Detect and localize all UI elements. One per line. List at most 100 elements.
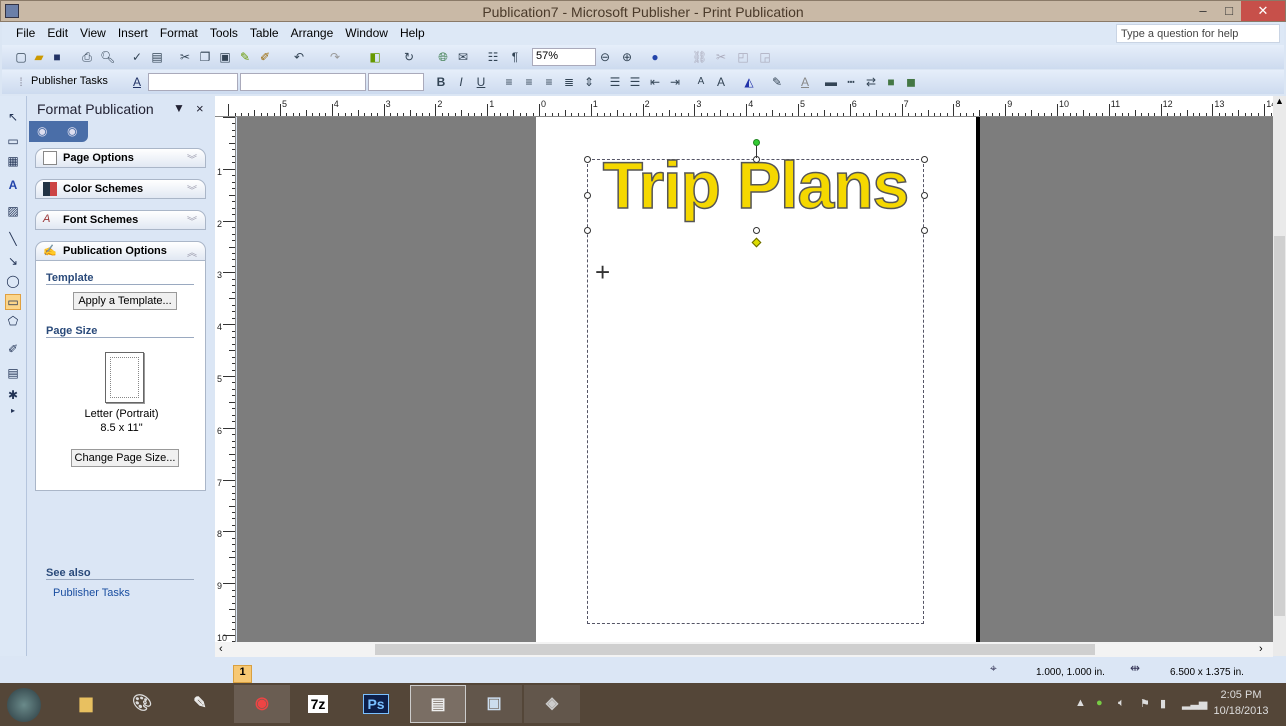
network-icon[interactable]: ▂▃▅	[1182, 697, 1207, 710]
minimize-button[interactable]: –	[1189, 1, 1217, 21]
select-icon[interactable]: ↖	[5, 110, 21, 126]
align-right-icon[interactable]: ≡	[542, 75, 556, 89]
line-style-icon[interactable]: ▬	[824, 75, 838, 89]
decrease-font-icon[interactable]: A	[694, 75, 708, 89]
sketch-app-icon[interactable]: ✎	[172, 685, 228, 723]
clock-date[interactable]: 10/18/2013	[1208, 705, 1274, 717]
page-navigation-tab[interactable]: 1	[233, 665, 252, 683]
undo-icon[interactable]: ↶	[292, 50, 306, 64]
pilcrow-icon[interactable]: ¶	[508, 50, 522, 64]
underline-icon[interactable]: U	[474, 75, 488, 89]
numbering-icon[interactable]: ☰	[608, 75, 622, 89]
mail-merge-icon[interactable]: ✉	[456, 50, 470, 64]
line-spacing-icon[interactable]: ⇕	[582, 75, 596, 89]
research-icon[interactable]: ▤	[150, 50, 164, 64]
oval-icon[interactable]: ◯	[5, 274, 21, 290]
horizontal-ruler[interactable]: 5 4 3 2 1 0 1 2 3 4 5 6 7 8 9 10 11 12 13 14	[215, 96, 1286, 117]
section-publication-options[interactable]: ✍ Publication Options ︽	[35, 241, 206, 261]
section-color-schemes[interactable]: Color Schemes ︾	[35, 179, 206, 199]
word-icon[interactable]: ▣	[466, 685, 522, 723]
action-center-icon[interactable]: ⚑	[1140, 697, 1150, 710]
text-box-icon[interactable]: ▭	[5, 134, 21, 150]
save-icon[interactable]: ■	[50, 50, 64, 64]
volume-icon[interactable]: 🔈︎	[1118, 697, 1125, 710]
rotate-icon[interactable]: ↻	[402, 50, 416, 64]
columns-icon[interactable]: ☷	[486, 50, 500, 64]
maximize-button[interactable]: □	[1215, 1, 1243, 21]
style-select[interactable]	[148, 73, 238, 91]
photoshop-icon[interactable]: Ps	[363, 694, 389, 714]
menu-window[interactable]: Window	[339, 22, 394, 40]
utorrent-icon[interactable]: ●	[1096, 697, 1103, 709]
horizontal-scrollbar[interactable]: ‹ ›	[215, 642, 1273, 657]
apply-template-button[interactable]: Apply a Template...	[73, 292, 177, 310]
clear-icon[interactable]: ✐	[258, 50, 272, 64]
resize-handle[interactable]	[921, 156, 928, 163]
copy-icon[interactable]: ❐	[198, 50, 212, 64]
file-explorer-icon[interactable]: ▆	[58, 685, 114, 723]
power-icon[interactable]: ▮	[1160, 697, 1166, 710]
italic-icon[interactable]: I	[454, 75, 468, 89]
more-controls-icon[interactable]: ▸	[5, 406, 21, 422]
menu-edit[interactable]: Edit	[41, 22, 74, 40]
business-info-icon[interactable]: ▤	[5, 366, 21, 382]
paste-icon[interactable]: ▣	[218, 50, 232, 64]
print-icon[interactable]: ⎙	[80, 50, 94, 64]
scroll-left-icon[interactable]: ‹	[219, 643, 223, 655]
styles-icon[interactable]: A	[130, 75, 144, 89]
wordart-icon[interactable]: A	[5, 178, 21, 194]
justify-icon[interactable]: ≣	[562, 75, 576, 89]
paint-icon[interactable]: 🎨︎	[114, 685, 170, 723]
3d-style-icon[interactable]: ◼	[904, 75, 918, 89]
section-page-options[interactable]: Page Options ︾	[35, 148, 206, 168]
menu-file[interactable]: File	[2, 22, 41, 40]
arrow-icon[interactable]: ↘	[5, 254, 21, 270]
zoom-out-icon[interactable]: ⊖	[598, 50, 612, 64]
resize-handle[interactable]	[584, 156, 591, 163]
menu-table[interactable]: Table	[244, 22, 285, 40]
help-search-input[interactable]: Type a question for help	[1116, 24, 1280, 43]
pane-menu-icon[interactable]: ▼	[173, 101, 185, 115]
horizontal-scroll-thumb[interactable]	[375, 644, 1095, 655]
rotation-handle[interactable]	[753, 139, 760, 146]
resize-handle[interactable]	[921, 227, 928, 234]
spelling-icon[interactable]: ✓	[130, 50, 144, 64]
new-icon[interactable]: ▢	[14, 50, 28, 64]
close-button[interactable]: ✕	[1241, 1, 1285, 21]
line-color-icon[interactable]: ✎	[770, 75, 784, 89]
dash-style-icon[interactable]: ┅	[844, 75, 858, 89]
resize-handle[interactable]	[753, 227, 760, 234]
publisher-tasks-button[interactable]: Publisher Tasks	[31, 75, 108, 87]
print-preview-icon[interactable]: 🔍︎	[100, 50, 115, 64]
resize-handle[interactable]	[921, 192, 928, 199]
open-icon[interactable]: ▰	[32, 50, 46, 64]
font-select[interactable]	[240, 73, 366, 91]
picture-icon[interactable]: ▨	[5, 204, 21, 220]
bullets-icon[interactable]: ☰	[628, 75, 642, 89]
vertical-scroll-thumb[interactable]	[1274, 236, 1285, 616]
7zip-icon[interactable]: 7z	[307, 695, 329, 713]
decrease-indent-icon[interactable]: ⇤	[648, 75, 662, 89]
chrome-icon[interactable]: ◉	[234, 685, 290, 723]
increase-font-icon[interactable]: A	[714, 75, 728, 89]
bring-forward-icon[interactable]: ◧	[368, 50, 382, 64]
font-size-select[interactable]	[368, 73, 424, 91]
insert-hyperlink-icon[interactable]: 🌐︎	[436, 50, 450, 64]
format-painter-icon[interactable]: ✎	[238, 50, 252, 64]
publisher-tasks-link[interactable]: Publisher Tasks	[53, 587, 130, 599]
menu-insert[interactable]: Insert	[112, 22, 154, 40]
table-icon[interactable]: ▦	[5, 154, 21, 170]
section-font-schemes[interactable]: A Font Schemes ︾	[35, 210, 206, 230]
autoshapes-icon[interactable]: ⬠	[5, 314, 21, 330]
back-icon[interactable]: ◉	[37, 124, 47, 138]
show-hidden-icons[interactable]: ▲	[1075, 697, 1086, 709]
start-button[interactable]	[7, 688, 41, 722]
resize-handle[interactable]	[584, 192, 591, 199]
arrow-style-icon[interactable]: ⇄	[864, 75, 878, 89]
increase-indent-icon[interactable]: ⇥	[668, 75, 682, 89]
cut-icon[interactable]: ✂	[178, 50, 192, 64]
shadow-style-icon[interactable]: ■	[884, 75, 898, 89]
change-page-size-button[interactable]: Change Page Size...	[71, 449, 179, 467]
fill-color-icon[interactable]: ◭	[742, 75, 756, 89]
menu-tools[interactable]: Tools	[204, 22, 244, 40]
